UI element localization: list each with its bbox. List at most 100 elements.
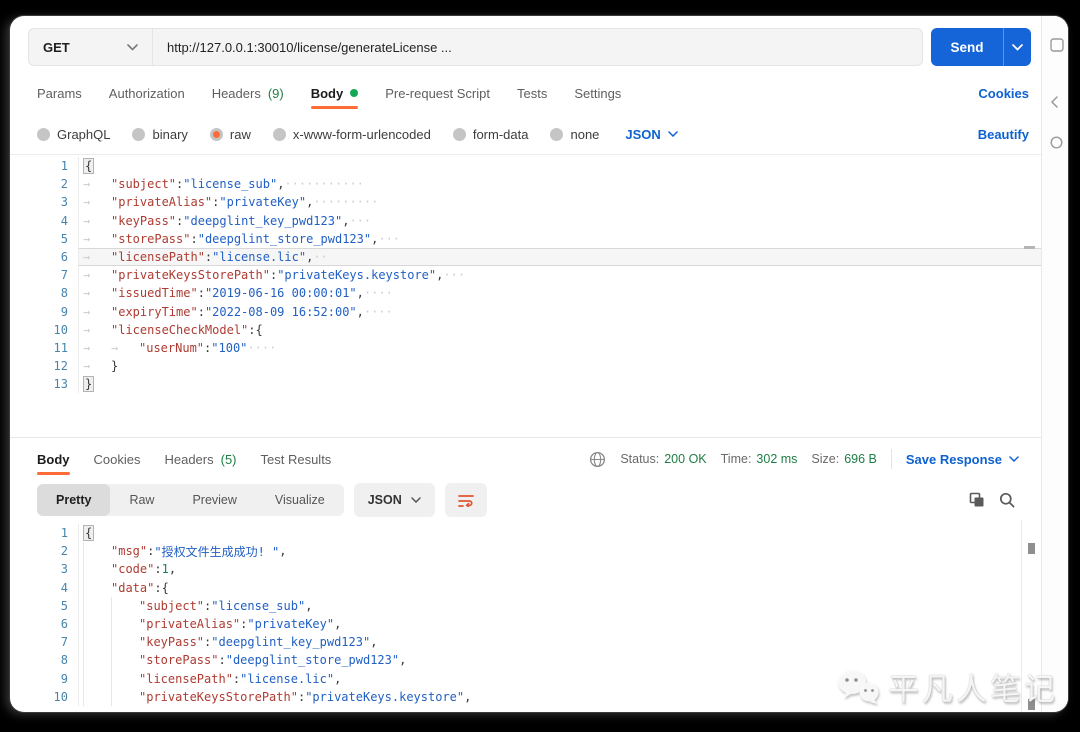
view-pretty[interactable]: Pretty xyxy=(37,484,111,516)
indent-guide xyxy=(83,614,111,634)
token-key: "keyPass" xyxy=(111,213,177,228)
circle-icon[interactable] xyxy=(1050,136,1063,149)
response-tab-cookies[interactable]: Cookies xyxy=(94,438,141,480)
code-content: { xyxy=(78,157,1041,176)
wrap-text-icon xyxy=(457,494,474,507)
search-button[interactable] xyxy=(999,492,1015,508)
url-input[interactable]: http://127.0.0.1:30010/license/generateL… xyxy=(153,29,922,65)
body-type-none[interactable]: none xyxy=(550,127,599,142)
wrap-text-button[interactable] xyxy=(444,483,487,517)
body-dot-icon xyxy=(350,89,359,97)
tab-whitespace-icon: → xyxy=(83,359,91,374)
code-line: 5 "subject": "license_sub", xyxy=(10,596,1041,615)
token-pun: } xyxy=(111,359,119,374)
chevron-down-icon xyxy=(668,131,678,137)
tab-params[interactable]: Params xyxy=(37,72,82,114)
size-pair: Size: 696 B xyxy=(811,452,876,466)
chevron-down-icon xyxy=(1012,43,1023,51)
token-key: "issuedTime" xyxy=(111,286,198,301)
body-type-raw[interactable]: raw xyxy=(209,127,251,142)
code-line: 12 →} xyxy=(10,357,1041,376)
body-type-binary[interactable]: binary xyxy=(132,127,188,142)
token-ws: ···· xyxy=(247,340,277,355)
code-line: 2 "msg": "授权文件生成成功! ", xyxy=(10,542,1041,561)
line-number: 3 xyxy=(60,562,68,577)
token-ws: ··········· xyxy=(284,177,364,192)
body-language-select[interactable]: JSON xyxy=(625,126,678,142)
tab-tests[interactable]: Tests xyxy=(517,72,547,114)
token-pun: : xyxy=(154,580,162,595)
code-line: 11 → → "userNum": "100" ···· xyxy=(10,338,1041,358)
view-raw[interactable]: Raw xyxy=(110,484,173,516)
response-tab-headers[interactable]: Headers (5) xyxy=(164,438,236,480)
response-language-select[interactable]: JSON xyxy=(353,483,435,517)
code-line: 3 "code": 1, xyxy=(10,560,1041,579)
response-meta: Status: 200 OK Time: 302 ms Size: 696 B … xyxy=(589,449,1019,469)
tab-headers[interactable]: Headers (9) xyxy=(212,72,284,114)
chevron-left-icon[interactable] xyxy=(1050,96,1058,108)
line-number: 6 xyxy=(60,616,68,631)
token-brace: { xyxy=(83,525,95,542)
request-body-editor[interactable]: 1{2 → "subject": "license_sub", ···········… xyxy=(10,154,1041,437)
tab-authorization[interactable]: Authorization xyxy=(109,72,185,114)
token-pun: , xyxy=(305,598,313,613)
send-options-button[interactable] xyxy=(1003,28,1031,66)
token-brace: { xyxy=(83,158,95,175)
token-pun: : xyxy=(297,689,306,704)
cookies-link[interactable]: Cookies xyxy=(978,86,1029,101)
code-line: 13} xyxy=(10,375,1041,394)
body-type-graphql[interactable]: GraphQL xyxy=(37,127,110,142)
tab-label: Pre-request Script xyxy=(385,85,490,101)
size-value: 696 B xyxy=(844,452,877,466)
save-response-button[interactable]: Save Response xyxy=(906,452,1019,467)
token-pun: : xyxy=(176,177,184,192)
tab-settings[interactable]: Settings xyxy=(574,72,621,114)
beautify-link[interactable]: Beautify xyxy=(978,127,1029,142)
scrollbar-thumb[interactable] xyxy=(1028,699,1035,710)
time-pair: Time: 302 ms xyxy=(721,452,798,466)
code-content: "keyPass": "deepglint_key_pwd123", xyxy=(78,633,1041,652)
view-visualize[interactable]: Visualize xyxy=(256,484,344,516)
panel-icon[interactable] xyxy=(1050,38,1064,52)
response-tab-body[interactable]: Body xyxy=(37,438,70,480)
line-number: 1 xyxy=(60,159,68,173)
tab-body[interactable]: Body xyxy=(310,72,359,114)
indent-guide xyxy=(83,633,111,652)
token-pun: , xyxy=(306,250,314,265)
body-language-label: JSON xyxy=(625,126,661,142)
method-select[interactable]: GET xyxy=(29,29,153,65)
token-ws: ········· xyxy=(313,195,379,210)
time-label: Time: xyxy=(720,452,752,466)
body-type-row: GraphQL binary raw x-www-form-urlencoded for… xyxy=(37,114,1029,154)
indent-guide xyxy=(83,560,111,579)
view-preview[interactable]: Preview xyxy=(173,484,255,516)
code-line: 3 → "privateAlias": "privateKey", ········· xyxy=(10,193,1041,212)
token-str: "privateKey" xyxy=(247,617,335,632)
copy-button[interactable] xyxy=(969,492,985,508)
line-number: 11 xyxy=(53,340,68,355)
body-type-form-data[interactable]: form-data xyxy=(452,127,528,142)
indent-guide xyxy=(111,687,139,706)
token-ws: ···· xyxy=(363,304,393,319)
token-ws: ···· xyxy=(363,286,393,301)
token-pun: : xyxy=(204,250,213,265)
send-button[interactable]: Send xyxy=(931,28,1031,66)
scrollbar-thumb[interactable] xyxy=(1028,543,1035,554)
code-content: → "expiryTime": "2022-08-09 16:52:00", ···… xyxy=(78,302,1041,321)
divider xyxy=(890,449,892,469)
response-scrollbar[interactable] xyxy=(1021,520,1041,712)
indent-guide xyxy=(111,669,139,688)
response-body-editor[interactable]: 1{2 "msg": "授权文件生成成功! ", 3 "code": 1, 4 "data… xyxy=(10,520,1041,712)
tab-whitespace-icon: → xyxy=(83,340,91,355)
code-line: 6 "privateAlias": "privateKey", xyxy=(10,614,1041,634)
time-value: 302 ms xyxy=(756,452,798,466)
body-type-x-www-form-urlencoded[interactable]: x-www-form-urlencoded xyxy=(272,127,431,142)
token-pun: : xyxy=(204,598,212,613)
token-ws: ··· xyxy=(378,231,401,246)
radio-binary-icon xyxy=(132,127,146,141)
code-content: "msg": "授权文件生成成功! ", xyxy=(78,542,1041,561)
indent-guide xyxy=(111,596,139,615)
response-tab-test-results[interactable]: Test Results xyxy=(261,438,332,480)
tab-pre-request-script[interactable]: Pre-request Script xyxy=(385,72,490,114)
token-key: "expiryTime" xyxy=(111,304,198,319)
